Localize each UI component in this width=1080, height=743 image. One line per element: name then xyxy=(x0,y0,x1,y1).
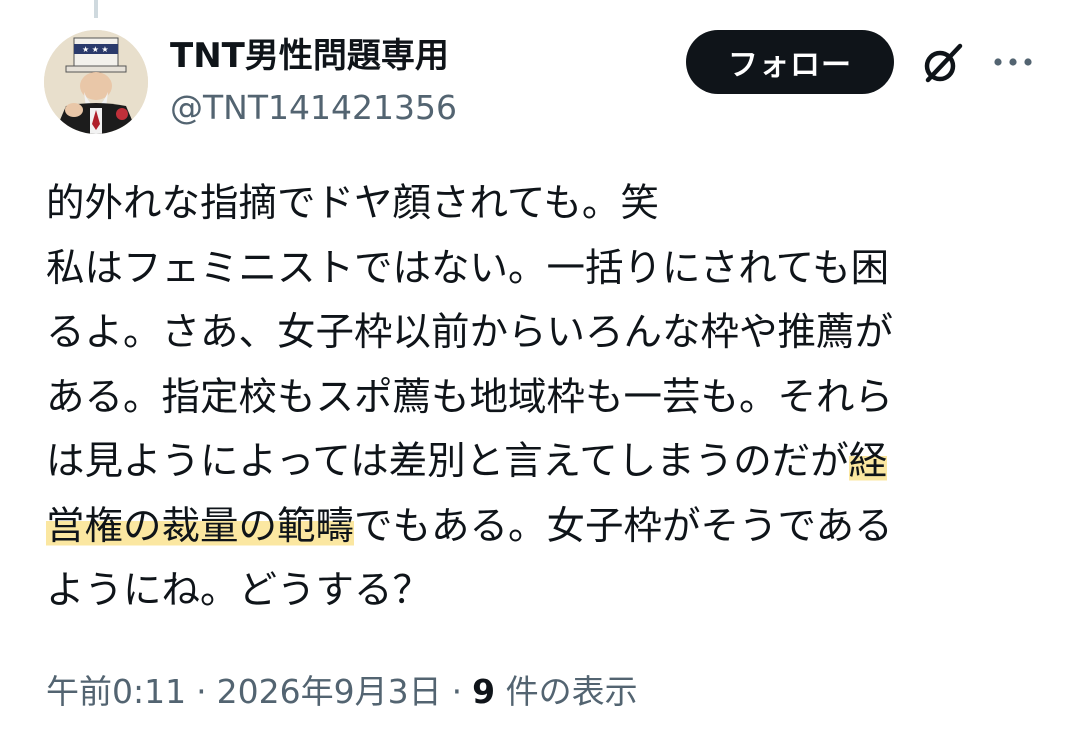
tweet-line-5-text: は見ようによっては差別と言えてしまうのだが xyxy=(46,439,849,484)
highlighted-text: 営権の裁量の範疇 xyxy=(46,503,355,549)
thread-connector-line xyxy=(94,0,98,18)
tweet-line-6-text: でもある。女子枠がそうである xyxy=(354,503,893,549)
tweet-time[interactable]: 午前0:11 xyxy=(46,672,186,711)
more-dots-icon[interactable] xyxy=(992,50,1034,74)
follow-button[interactable]: フォロー xyxy=(686,30,894,94)
author-handle[interactable]: @TNT141421356 xyxy=(170,86,457,130)
tweet-meta: 午前0:11 · 2026年9月3日 · 9 件の表示 xyxy=(46,668,638,716)
svg-text:★ ★ ★: ★ ★ ★ xyxy=(82,45,109,54)
meta-separator: · xyxy=(451,672,463,711)
tweet-text: 的外れな指摘でドヤ顔されても。笑 私はフェミニストではない。一括りにされても困 … xyxy=(46,172,1036,624)
tweet-line-2: 私はフェミニストではない。一括りにされても困 xyxy=(46,245,890,291)
tweet-line-5: は見ようによっては差別と言えてしまうのだが経 xyxy=(46,430,1036,495)
avatar[interactable]: ★ ★ ★ xyxy=(44,30,148,134)
tweet-line-1: 的外れな指摘でドヤ顔されても。笑 xyxy=(46,181,659,226)
tweet-line-6: 営権の裁量の範疇でもある。女子枠がそうである xyxy=(46,495,1036,560)
avatar-image: ★ ★ ★ xyxy=(44,30,148,134)
view-count: 9 xyxy=(472,672,496,711)
tweet-line-4: ある。指定校もスポ薦も地域枠も一芸も。それら xyxy=(46,374,894,420)
grok-icon[interactable] xyxy=(918,40,966,88)
meta-separator: · xyxy=(196,672,207,711)
tweet-date[interactable]: 2026年9月3日 xyxy=(217,672,442,711)
view-label: 件の表示 xyxy=(505,672,638,711)
author-display-name[interactable]: TNT男性問題専用 xyxy=(170,34,449,78)
tweet-line-7: ようにね。どうする？ xyxy=(46,568,432,613)
highlighted-text: 経 xyxy=(848,439,888,484)
tweet-line-3: るよ。さあ、女子枠以前からいろんな枠や推薦が xyxy=(46,310,894,355)
